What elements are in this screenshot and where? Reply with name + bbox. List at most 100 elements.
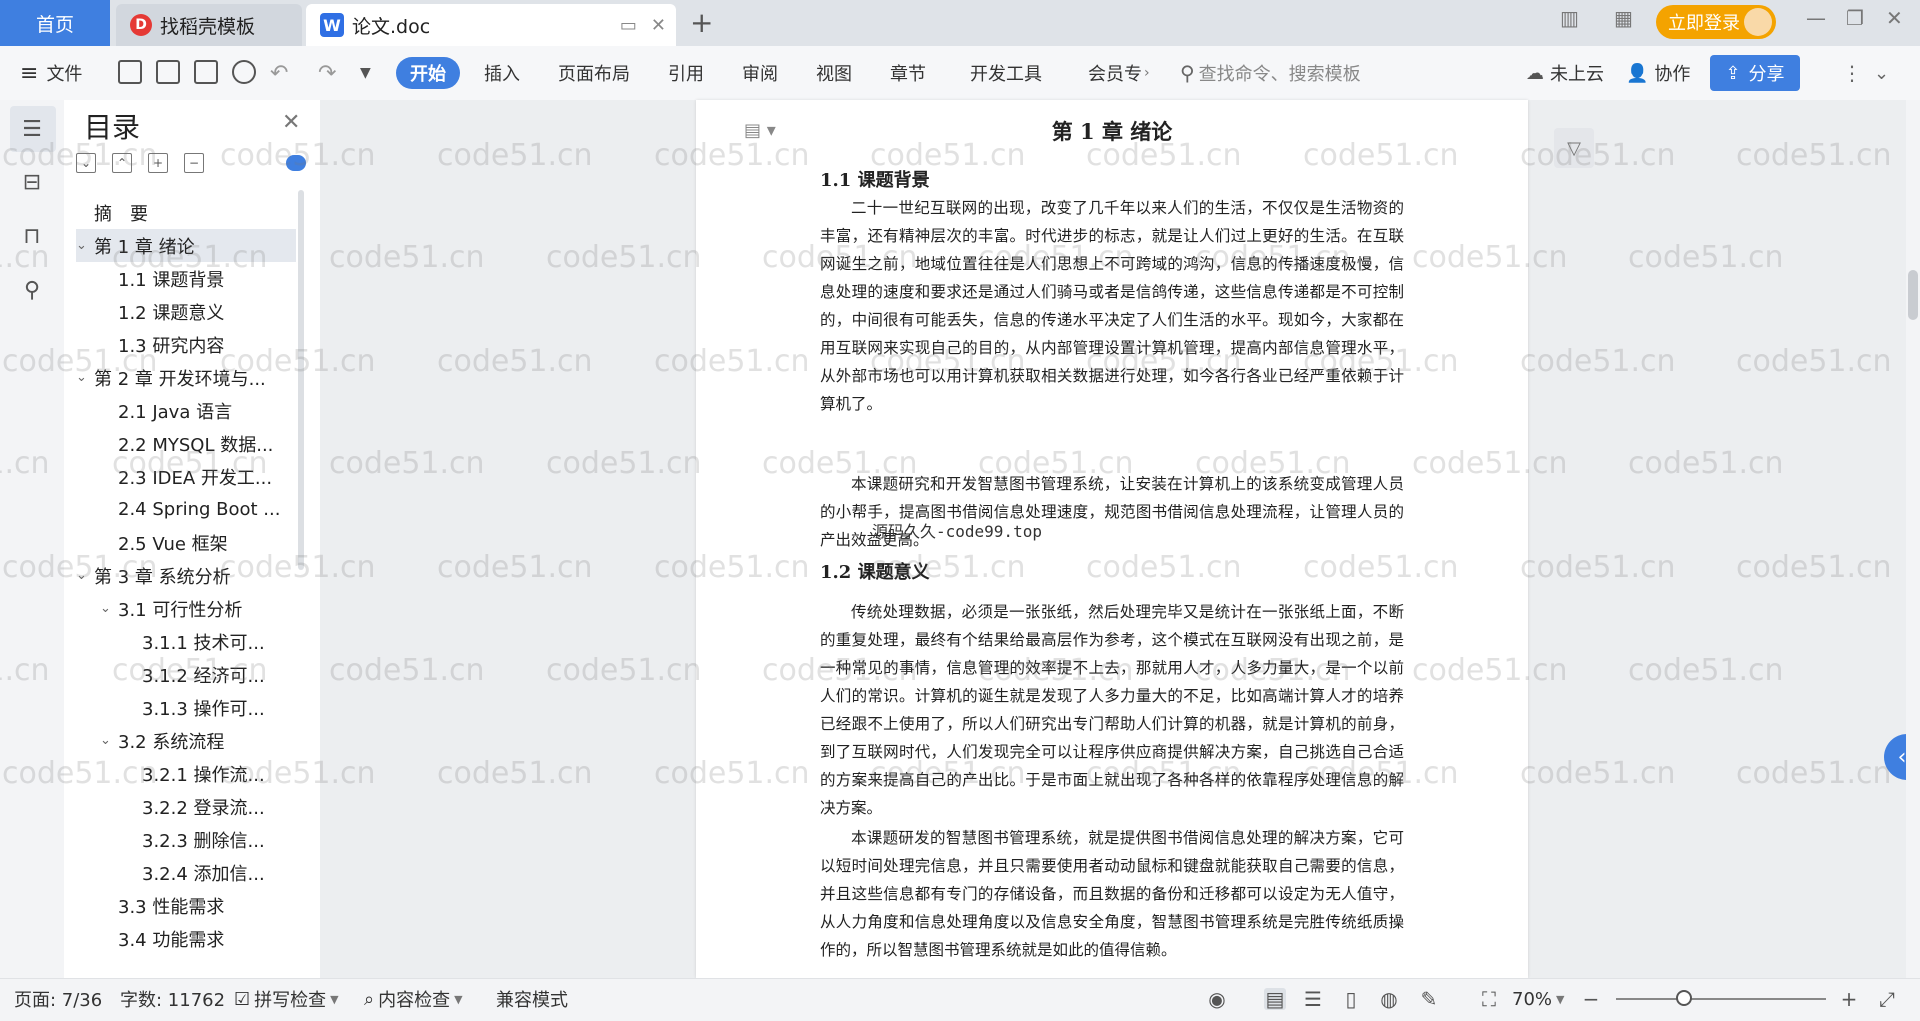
zoom-level[interactable]: 70% ▼ bbox=[1512, 978, 1564, 1020]
find-icon[interactable]: ⚲ bbox=[18, 276, 46, 304]
toc-item-label: 3.1.3 操作可... bbox=[142, 698, 265, 720]
preview-icon[interactable] bbox=[232, 60, 256, 84]
toc-item[interactable]: 2.1 Java 语言 bbox=[76, 394, 296, 427]
vertical-scrollbar[interactable] bbox=[1906, 100, 1920, 978]
toc-item[interactable]: ⌄ 第 3 章 系统分析 bbox=[76, 559, 296, 592]
fullscreen-icon[interactable]: ⤢ bbox=[1876, 987, 1898, 1011]
share-button[interactable]: ⇪ 分享 bbox=[1710, 55, 1800, 91]
chevron-down-icon[interactable]: ⌄ bbox=[76, 238, 94, 253]
tab-document[interactable]: W 论文.doc ▭ ✕ bbox=[306, 4, 676, 46]
minimize-icon[interactable]: — bbox=[1806, 6, 1826, 30]
toc-item[interactable]: 1.3 研究内容 bbox=[76, 328, 296, 361]
bookmark-icon[interactable]: ⊓ bbox=[18, 222, 46, 250]
toc-item[interactable]: 3.2.3 删除信... bbox=[76, 823, 296, 856]
chevron-down-icon[interactable]: ⌄ bbox=[76, 370, 94, 385]
reading-view-icon[interactable]: ▯ bbox=[1340, 987, 1362, 1011]
chevron-down-icon[interactable]: ⌄ bbox=[100, 601, 118, 616]
screen-icon[interactable]: ▭ bbox=[620, 15, 637, 36]
layout-icon[interactable]: ▥ bbox=[1560, 6, 1579, 30]
toc-item[interactable]: 3.1.1 技术可... bbox=[76, 625, 296, 658]
quick-access-dropdown-icon[interactable]: ▼ bbox=[360, 46, 371, 100]
tab-developer[interactable]: 开发工具 bbox=[970, 46, 1042, 100]
spell-check-button[interactable]: ☑ 拼写检查 ▼ bbox=[234, 978, 339, 1020]
spell-check-label: 拼写检查 bbox=[254, 990, 327, 1011]
zoom-in-icon[interactable]: + bbox=[1838, 987, 1860, 1011]
toc-item[interactable]: 3.2.4 添加信... bbox=[76, 856, 296, 889]
toc-item[interactable]: 3.2.1 操作流... bbox=[76, 757, 296, 790]
content-check-button[interactable]: ⌕ 内容检查 ▼ bbox=[364, 978, 463, 1020]
toc-item[interactable]: 3.1.2 经济可... bbox=[76, 658, 296, 691]
outline-view-icon[interactable]: ☰ bbox=[1302, 987, 1324, 1011]
more-icon[interactable]: ⋮ bbox=[1842, 46, 1862, 100]
close-window-icon[interactable]: ✕ bbox=[1886, 6, 1903, 30]
restore-icon[interactable]: ❐ bbox=[1846, 6, 1864, 30]
write-mode-icon[interactable]: ✎ bbox=[1418, 987, 1440, 1011]
new-tab-button[interactable]: + bbox=[690, 6, 713, 39]
tab-template-store[interactable]: D 找稻壳模板 bbox=[116, 4, 302, 46]
toc-item[interactable]: 2.2 MYSQL 数据... bbox=[76, 427, 296, 460]
close-icon[interactable]: ✕ bbox=[282, 110, 300, 135]
toc-scrollbar[interactable] bbox=[298, 190, 304, 570]
toc-item[interactable]: ⌄ 第 1 章 绪论 bbox=[76, 229, 296, 262]
toc-item-label: 3.1.1 技术可... bbox=[142, 632, 265, 654]
tab-review[interactable]: 审阅 bbox=[742, 46, 778, 100]
toc-item[interactable]: 3.4 功能需求 bbox=[76, 922, 296, 955]
cloud-status-label: 未上云 bbox=[1550, 64, 1604, 85]
collapse-ribbon-icon[interactable]: ⌄ bbox=[1874, 46, 1889, 100]
toc-item[interactable]: ⌄ 3.1 可行性分析 bbox=[76, 592, 296, 625]
remove-heading-icon[interactable]: − bbox=[184, 153, 204, 173]
zoom-slider[interactable] bbox=[1616, 998, 1826, 1000]
scrollbar-thumb[interactable] bbox=[1908, 270, 1918, 320]
cloud-status[interactable]: ☁ 未上云 bbox=[1526, 46, 1604, 100]
add-heading-icon[interactable]: + bbox=[148, 153, 168, 173]
web-view-icon[interactable]: ◍ bbox=[1378, 987, 1400, 1011]
collapse-all-icon[interactable]: ⌃ bbox=[112, 153, 132, 173]
navigation-icon[interactable]: ⊟ bbox=[18, 168, 46, 196]
tab-chapter[interactable]: 章节 bbox=[890, 46, 926, 100]
toc-item[interactable]: ⌄ 第 2 章 开发环境与... bbox=[76, 361, 296, 394]
tab-references[interactable]: 引用 bbox=[668, 46, 704, 100]
chevron-down-icon[interactable]: ⌄ bbox=[76, 568, 94, 583]
chevron-down-icon[interactable]: ⌄ bbox=[100, 733, 118, 748]
command-search[interactable]: ⚲ 查找命令、搜索模板 bbox=[1180, 46, 1361, 100]
toc-item[interactable]: 2.5 Vue 框架 bbox=[76, 526, 296, 559]
zoom-slider-handle[interactable] bbox=[1676, 990, 1692, 1006]
undo-icon[interactable]: ↶ bbox=[270, 46, 288, 100]
tab-view[interactable]: 视图 bbox=[816, 46, 852, 100]
toc-item[interactable]: 摘 要 bbox=[76, 196, 296, 229]
file-menu[interactable]: ≡ 文件 bbox=[20, 46, 82, 100]
tab-insert[interactable]: 插入 bbox=[484, 46, 520, 100]
fit-page-icon[interactable]: ⛶ bbox=[1478, 987, 1500, 1011]
toc-item[interactable]: 2.3 IDEA 开发工... bbox=[76, 460, 296, 493]
zoom-out-icon[interactable]: − bbox=[1580, 987, 1602, 1011]
save-icon[interactable] bbox=[118, 60, 142, 84]
print-icon[interactable] bbox=[194, 60, 218, 84]
toc-item[interactable]: 3.1.3 操作可... bbox=[76, 691, 296, 724]
toc-item[interactable]: 3.2.2 登录流... bbox=[76, 790, 296, 823]
tab-member[interactable]: 会员专 › bbox=[1088, 46, 1150, 100]
collaborate-button[interactable]: 👤 协作 bbox=[1626, 46, 1690, 100]
toc-panel-icon[interactable]: ☰ bbox=[18, 115, 46, 143]
expand-all-icon[interactable]: ⌄ bbox=[76, 153, 96, 173]
tab-page-layout[interactable]: 页面布局 bbox=[558, 46, 630, 100]
toc-item[interactable]: 1.1 课题背景 bbox=[76, 262, 296, 295]
toc-item[interactable]: 2.4 Spring Boot ... bbox=[76, 493, 296, 526]
page-view-icon[interactable]: ▤ bbox=[1264, 987, 1286, 1011]
filter-icon[interactable]: ▽ bbox=[1554, 128, 1594, 168]
word-count[interactable]: 字数: 11762 bbox=[120, 978, 225, 1020]
eye-protection-icon[interactable]: ◉ bbox=[1206, 987, 1228, 1011]
toc-item[interactable]: ⌄ 3.2 系统流程 bbox=[76, 724, 296, 757]
apps-grid-icon[interactable]: ▦ bbox=[1614, 6, 1633, 30]
toc-item[interactable]: 1.2 课题意义 bbox=[76, 295, 296, 328]
export-icon[interactable] bbox=[156, 60, 180, 84]
page-indicator[interactable]: 页面: 7/36 bbox=[14, 978, 102, 1020]
close-tab-icon[interactable]: ✕ bbox=[651, 15, 666, 36]
tab-template-store-label: 找稻壳模板 bbox=[160, 15, 256, 38]
redo-icon[interactable]: ↷ bbox=[318, 46, 336, 100]
document-page[interactable]: ▤ ▾ 第 1 章 绪论 1.1 课题背景 二十一世纪互联网的出现，改变了几千年… bbox=[696, 100, 1528, 978]
tab-home[interactable]: 首页 bbox=[0, 0, 110, 46]
tab-start[interactable]: 开始 bbox=[396, 57, 460, 89]
toc-item[interactable]: 3.3 性能需求 bbox=[76, 889, 296, 922]
ai-assistant-icon[interactable] bbox=[286, 155, 306, 171]
login-button[interactable]: 立即登录 bbox=[1656, 5, 1776, 39]
